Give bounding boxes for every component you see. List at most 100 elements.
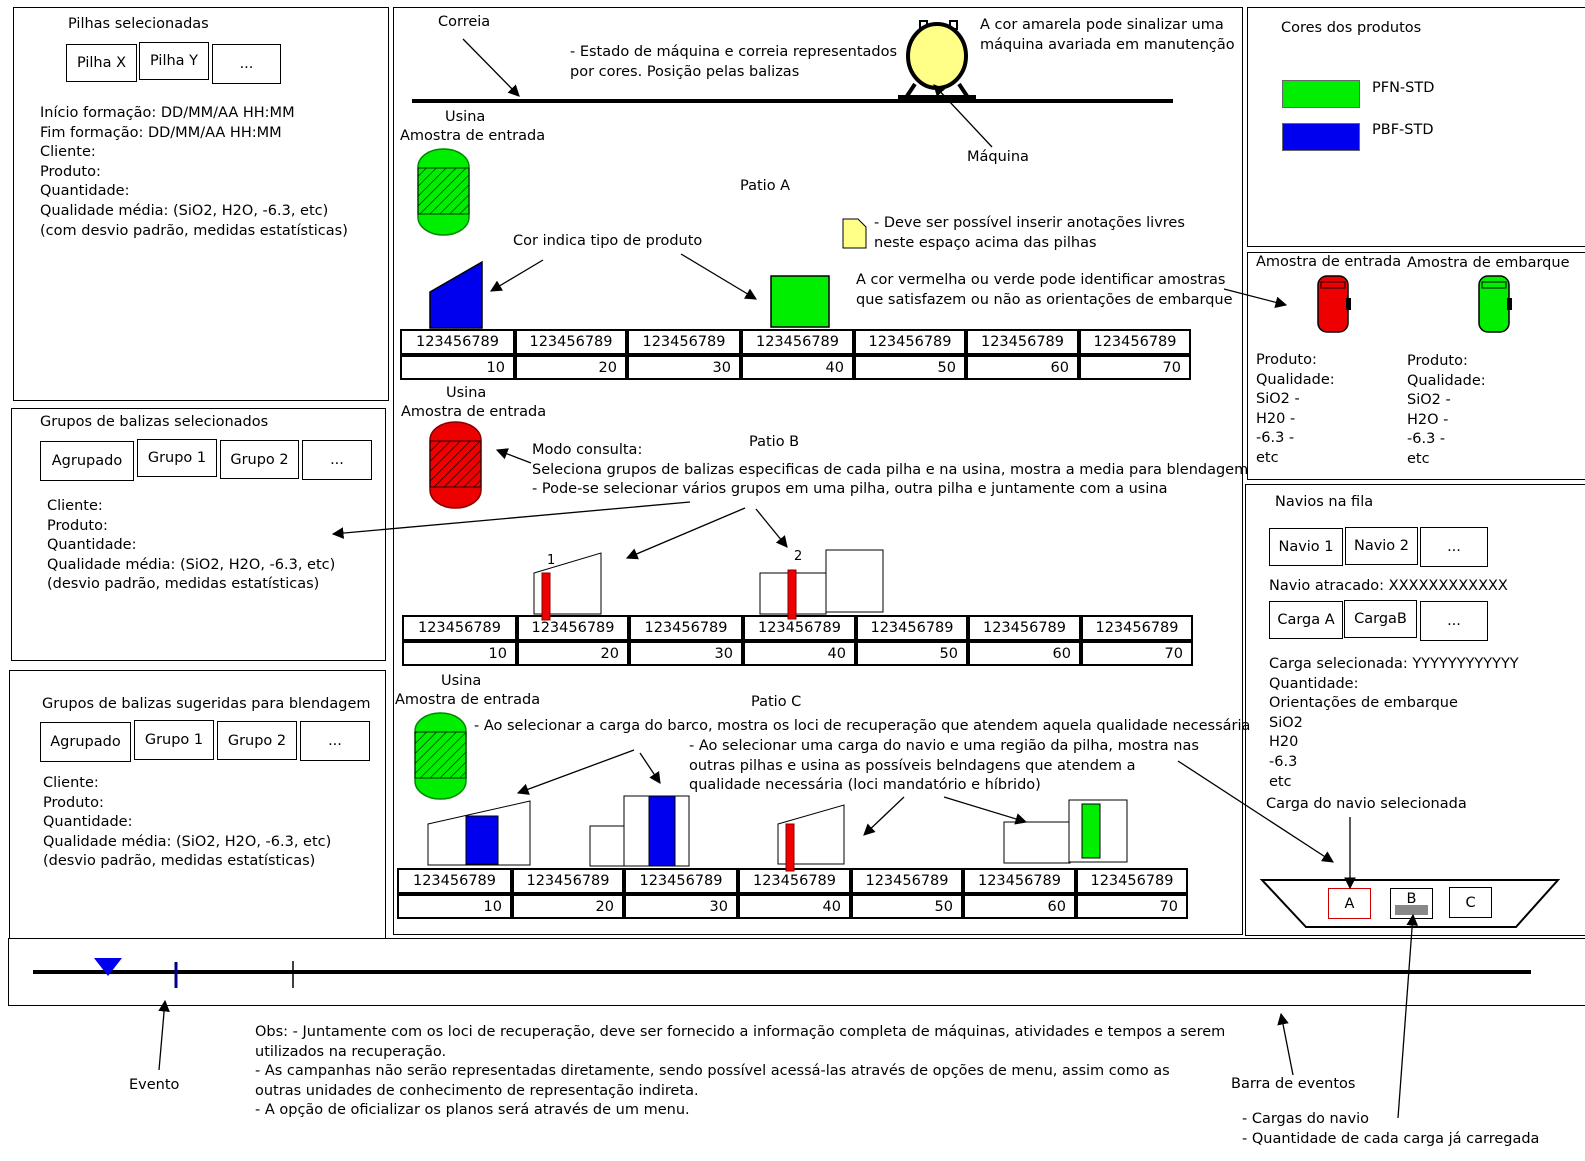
- amostra-embarque-title: Amostra de embarque: [1407, 255, 1570, 271]
- grupos-line: Quantidade:: [47, 537, 137, 554]
- baliza-position-cell[interactable]: 40: [741, 355, 854, 380]
- obs-line: utilizados na recuperação.: [255, 1043, 447, 1060]
- baliza-position-cell[interactable]: 30: [629, 641, 743, 666]
- anotacoes-line: - Deve ser possível inserir anotações li…: [874, 215, 1185, 231]
- hold-b-load-fill: [1395, 905, 1428, 915]
- baliza-position-cell[interactable]: 70: [1079, 355, 1191, 380]
- baliza-code-cell[interactable]: 123456789: [741, 329, 854, 355]
- loci-line: outras pilhas e usina as possíveis belnd…: [689, 757, 1136, 774]
- baliza-code-cell[interactable]: 123456789: [966, 329, 1079, 355]
- vermelha-line: A cor vermelha ou verde pode identificar…: [856, 272, 1226, 288]
- baliza-code-cell[interactable]: 123456789: [968, 615, 1081, 641]
- baliza-position-cell[interactable]: 70: [1081, 641, 1193, 666]
- baliza-position-cell[interactable]: 70: [1076, 894, 1188, 919]
- ship-hold-b[interactable]: B: [1390, 888, 1433, 919]
- sugeridas-info: Cliente: Produto: Quantidade: Qualidade …: [43, 774, 331, 872]
- baliza-code-cell[interactable]: 123456789: [1079, 329, 1191, 355]
- tab-grupo-2[interactable]: Grupo 2: [220, 440, 299, 479]
- baliza-position-cell[interactable]: 50: [854, 355, 966, 380]
- baliza-code-cell[interactable]: 123456789: [402, 615, 517, 641]
- tab-navio-1[interactable]: Navio 1: [1269, 528, 1343, 566]
- grupos-line: Produto:: [47, 517, 108, 534]
- baliza-code-cell[interactable]: 123456789: [400, 329, 515, 355]
- baliza-code-cell[interactable]: 123456789: [629, 615, 743, 641]
- loci-line: - Ao selecionar uma carga do navio e uma…: [689, 738, 1199, 754]
- grupos-line: (desvio padrão, medidas estatísticas): [47, 576, 320, 593]
- baliza-position-cell[interactable]: 50: [851, 894, 963, 919]
- baliza-position-cell[interactable]: 20: [512, 894, 624, 919]
- maquina-label: Máquina: [967, 149, 1029, 165]
- hold-a-label: A: [1344, 895, 1355, 912]
- tab-carga-a[interactable]: Carga A: [1269, 601, 1343, 639]
- estado-line: por cores. Posição pelas balizas: [570, 63, 800, 80]
- tab-sug-grupo-2[interactable]: Grupo 2: [217, 721, 297, 760]
- baliza-code-cell[interactable]: 123456789: [512, 868, 624, 894]
- tab-pilha-x[interactable]: Pilha X: [66, 44, 137, 82]
- ship-hold-c[interactable]: C: [1449, 887, 1492, 918]
- baliza-code-cell[interactable]: 123456789: [627, 329, 741, 355]
- tab-carga-more[interactable]: ...: [1420, 601, 1488, 641]
- tab-pilha-more[interactable]: ...: [212, 44, 281, 84]
- baliza-position-cell[interactable]: 60: [968, 641, 1081, 666]
- baliza-code-cell[interactable]: 123456789: [738, 868, 851, 894]
- amarela-line: A cor amarela pode sinalizar uma: [980, 17, 1224, 33]
- baliza-position-cell[interactable]: 10: [397, 894, 512, 919]
- ship-hold-a[interactable]: A: [1328, 888, 1371, 919]
- baliza-position-cell[interactable]: 40: [738, 894, 851, 919]
- baliza-code-cell[interactable]: 123456789: [1081, 615, 1193, 641]
- sugeridas-title: Grupos de balizas sugeridas para blendag…: [42, 696, 371, 712]
- baliza-code-cell[interactable]: 123456789: [854, 329, 966, 355]
- baliza-position-cell[interactable]: 60: [963, 894, 1076, 919]
- baliza-code-cell[interactable]: 123456789: [624, 868, 738, 894]
- pbf-swatch: [1282, 123, 1360, 151]
- obs-line: outras unidades de conhecimento de repre…: [255, 1082, 699, 1099]
- carga-line: SiO2: [1269, 714, 1303, 731]
- baliza-code-cell[interactable]: 123456789: [856, 615, 968, 641]
- obs-line: - A opção de oficializar os planos será …: [255, 1102, 690, 1119]
- modo-line: Modo consulta:: [532, 442, 643, 458]
- tab-sug-grupo-1[interactable]: Grupo 1: [134, 720, 214, 760]
- tab-grupo-1[interactable]: Grupo 1: [137, 439, 217, 477]
- baliza-code-cell[interactable]: 123456789: [397, 868, 512, 894]
- tab-navio-more[interactable]: ...: [1420, 527, 1488, 567]
- pfn-label: PFN-STD: [1372, 80, 1435, 96]
- baliza-position-cell[interactable]: 60: [966, 355, 1079, 380]
- baliza-position-cell[interactable]: 10: [400, 355, 515, 380]
- tab-pilha-y[interactable]: Pilha Y: [139, 42, 209, 80]
- cargas-line: - Quantidade de cada carga já carregada: [1242, 1130, 1540, 1147]
- grupos-title: Grupos de balizas selecionados: [40, 414, 269, 430]
- entrada-line: etc: [1256, 449, 1279, 466]
- obs-note: Obs: - Juntamente com os loci de recuper…: [255, 1023, 1225, 1121]
- baliza-code-cell[interactable]: 123456789: [1076, 868, 1188, 894]
- tab-sug-agrupado[interactable]: Agrupado: [40, 722, 131, 762]
- tab-grupos-more[interactable]: ...: [302, 440, 372, 480]
- baliza-position-cell[interactable]: 10: [402, 641, 517, 666]
- amostra-embarque-info: Produto: Qualidade: SiO2 - H2O - -6.3 - …: [1407, 352, 1486, 470]
- tab-carga-b[interactable]: CargaB: [1344, 600, 1417, 638]
- carga-line: -6.3: [1269, 753, 1298, 770]
- baliza-position-cell[interactable]: 50: [856, 641, 968, 666]
- grupos-line: Cliente:: [47, 498, 103, 514]
- baliza-position-cell[interactable]: 30: [627, 355, 741, 380]
- baliza-position-cell[interactable]: 40: [743, 641, 856, 666]
- baliza-position-cell[interactable]: 20: [515, 355, 627, 380]
- baliza-code-cell[interactable]: 123456789: [517, 615, 629, 641]
- tab-sug-more[interactable]: ...: [300, 721, 370, 761]
- embarque-line: etc: [1407, 450, 1430, 467]
- carga-line: Orientações de embarque: [1269, 695, 1458, 712]
- sugeridas-line: Cliente:: [43, 775, 99, 791]
- carga-line: H20: [1269, 734, 1299, 751]
- tab-navio-2[interactable]: Navio 2: [1345, 527, 1418, 565]
- baliza-code-cell[interactable]: 123456789: [515, 329, 627, 355]
- navio-carga-info: Carga selecionada: YYYYYYYYYYYY Quantida…: [1269, 655, 1519, 792]
- baliza-code-cell[interactable]: 123456789: [851, 868, 963, 894]
- amarela-line: máquina avariada em manutenção: [980, 36, 1235, 53]
- entrada-line: SiO2 -: [1256, 391, 1300, 408]
- pilhas-line: Quantidade:: [40, 183, 130, 200]
- embarque-line: H2O -: [1407, 411, 1449, 428]
- baliza-position-cell[interactable]: 30: [624, 894, 738, 919]
- baliza-code-cell[interactable]: 123456789: [963, 868, 1076, 894]
- tab-agrupado[interactable]: Agrupado: [40, 441, 134, 481]
- baliza-position-cell[interactable]: 20: [517, 641, 629, 666]
- baliza-code-cell[interactable]: 123456789: [743, 615, 856, 641]
